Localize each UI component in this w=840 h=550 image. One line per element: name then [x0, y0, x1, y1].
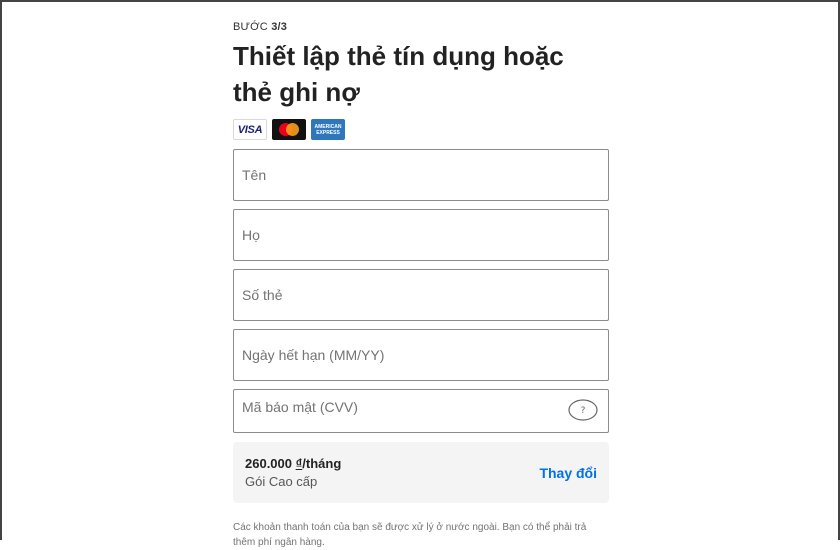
visa-logo-text: VISA	[237, 123, 263, 136]
plan-price-amount: 260.000	[245, 456, 292, 471]
plan-price: 260.000 ₫/tháng	[245, 456, 341, 471]
visa-logo: VISA	[233, 119, 267, 140]
last-name-field[interactable]: Họ	[233, 209, 609, 261]
mastercard-orange-circle	[286, 123, 299, 136]
first-name-field[interactable]: Tên	[233, 149, 609, 201]
page-title: Thiết lập thẻ tín dụng hoặc thẻ ghi nợ	[233, 41, 564, 107]
card-logos: VISA AMERICAN EXPRESS	[233, 119, 345, 141]
svg-text:?: ?	[581, 406, 586, 416]
expiry-date-field[interactable]: Ngày hết hạn (MM/YY)	[233, 329, 609, 381]
change-plan-link[interactable]: Thay đổi	[539, 465, 597, 481]
amex-logo-text: AMERICAN EXPRESS	[314, 123, 342, 136]
last-name-placeholder: Họ	[242, 227, 260, 243]
cvv-placeholder: Mã bảo mật (CVV)	[242, 399, 358, 415]
foreign-processing-note: Các khoản thanh toán của bạn sẽ được xử …	[233, 522, 587, 548]
expiry-date-placeholder: Ngày hết hạn (MM/YY)	[242, 347, 385, 363]
plan-name: Gói Cao cấp	[245, 474, 318, 489]
card-number-placeholder: Số thẻ	[242, 287, 283, 303]
question-mark-icon[interactable]: ?	[567, 398, 599, 422]
amex-logo: AMERICAN EXPRESS	[311, 119, 345, 140]
card-number-field[interactable]: Số thẻ	[233, 269, 609, 321]
step-value: 3/3	[271, 21, 288, 33]
step-prefix: BƯỚC	[233, 21, 268, 33]
mastercard-logo	[272, 119, 306, 140]
step-indicator: BƯỚC 3/3	[233, 21, 287, 33]
cvv-field[interactable]: Mã bảo mật (CVV) ?	[233, 389, 609, 433]
plan-summary: 260.000 ₫/tháng Gói Cao cấp Thay đổi	[233, 442, 609, 503]
plan-period: /tháng	[302, 456, 342, 471]
first-name-placeholder: Tên	[242, 167, 267, 183]
